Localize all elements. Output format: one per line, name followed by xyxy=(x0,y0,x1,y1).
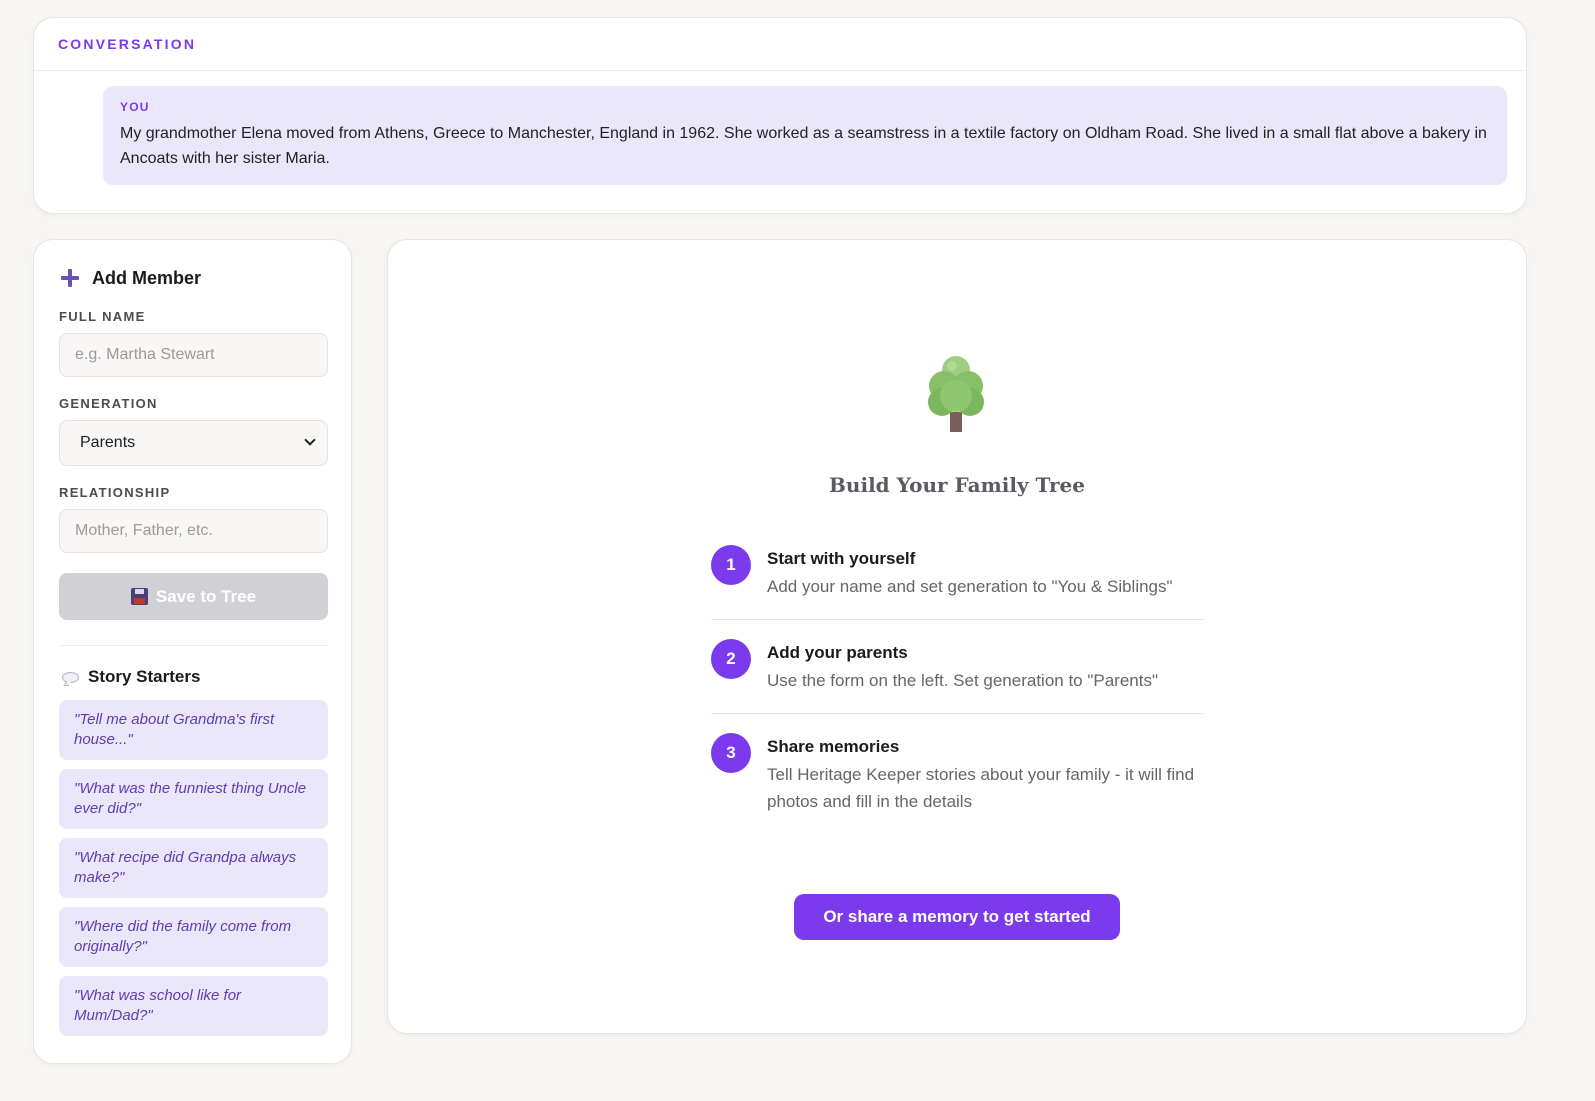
story-starter-item[interactable]: "What was the funniest thing Uncle ever … xyxy=(59,769,328,829)
step-description: Use the form on the left. Set generation… xyxy=(767,671,1159,690)
add-member-sidebar: Add Member FULL NAME GENERATION Parents … xyxy=(33,239,352,1064)
step-number: 1 xyxy=(711,545,751,585)
step-item: 2 Add your parents Use the form on the l… xyxy=(711,619,1204,713)
family-tree-panel: Build Your Family Tree 1 Start with your… xyxy=(387,239,1527,1034)
message-text: My grandmother Elena moved from Athens, … xyxy=(120,125,1487,167)
step-description: Add your name and set generation to "You… xyxy=(767,577,1173,596)
save-to-tree-button[interactable]: Save to Tree xyxy=(59,573,328,620)
share-memory-button[interactable]: Or share a memory to get started xyxy=(794,894,1120,940)
step-description: Tell Heritage Keeper stories about your … xyxy=(767,765,1195,811)
full-name-input[interactable] xyxy=(59,333,328,377)
conversation-header: CONVERSATION xyxy=(34,18,1526,71)
generation-selected-value: Parents xyxy=(80,434,136,451)
relationship-input[interactable] xyxy=(59,509,328,553)
story-starters-header: Story Starters xyxy=(59,667,326,687)
message-sender: YOU xyxy=(120,100,150,114)
story-starters-title: Story Starters xyxy=(88,667,201,686)
divider xyxy=(59,645,328,646)
main-title: Build Your Family Tree xyxy=(829,473,1085,497)
save-to-tree-label: Save to Tree xyxy=(155,586,257,606)
tree-icon xyxy=(928,356,984,432)
relationship-label: RELATIONSHIP xyxy=(59,485,171,500)
plus-icon xyxy=(61,269,79,287)
step-item: 3 Share memories Tell Heritage Keeper st… xyxy=(711,713,1204,834)
step-title: Share memories xyxy=(767,737,900,756)
conversation-title: CONVERSATION xyxy=(58,36,197,52)
step-item: 1 Start with yourself Add your name and … xyxy=(711,545,1204,619)
story-starter-item[interactable]: "What recipe did Grandpa always make?" xyxy=(59,838,328,898)
step-title: Add your parents xyxy=(767,643,908,662)
user-message: YOU My grandmother Elena moved from Athe… xyxy=(103,86,1507,185)
steps-list: 1 Start with yourself Add your name and … xyxy=(711,545,1204,834)
full-name-label: FULL NAME xyxy=(59,309,146,324)
conversation-panel: CONVERSATION YOU My grandmother Elena mo… xyxy=(33,17,1527,214)
add-member-title: Add Member xyxy=(92,267,202,288)
story-starter-item[interactable]: "Tell me about Grandma's first house..." xyxy=(59,700,328,760)
story-starter-item[interactable]: "Where did the family come from original… xyxy=(59,907,328,967)
step-title: Start with yourself xyxy=(767,549,916,568)
step-number: 3 xyxy=(711,733,751,773)
floppy-disk-icon xyxy=(130,588,148,605)
step-number: 2 xyxy=(711,639,751,679)
story-starter-item[interactable]: "What was school like for Mum/Dad?" xyxy=(59,976,328,1036)
generation-label: GENERATION xyxy=(59,396,158,411)
chevron-down-icon xyxy=(305,436,315,446)
add-member-header: Add Member xyxy=(59,266,326,290)
generation-select[interactable]: Parents xyxy=(59,420,328,466)
speech-bubble-icon xyxy=(62,671,79,683)
